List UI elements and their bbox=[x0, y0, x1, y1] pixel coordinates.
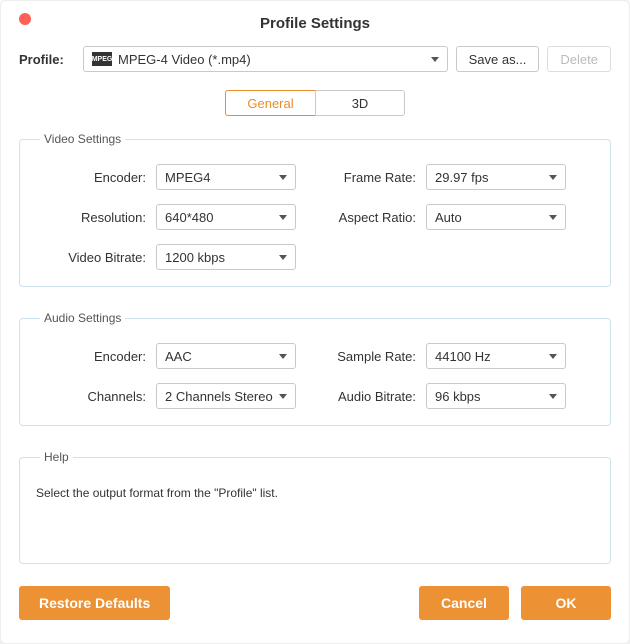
sample-rate-label: Sample Rate: bbox=[306, 349, 416, 364]
video-bitrate-label: Video Bitrate: bbox=[36, 250, 146, 265]
sample-rate-value: 44100 Hz bbox=[435, 349, 491, 364]
chevron-down-icon bbox=[549, 354, 557, 359]
video-settings-group: Video Settings Encoder: MPEG4 Frame Rate… bbox=[19, 132, 611, 287]
audio-bitrate-label: Audio Bitrate: bbox=[306, 389, 416, 404]
profile-label: Profile: bbox=[19, 52, 75, 67]
video-bitrate-value: 1200 kbps bbox=[165, 250, 225, 265]
channels-select[interactable]: 2 Channels Stereo bbox=[156, 383, 296, 409]
chevron-down-icon bbox=[549, 394, 557, 399]
tab-general[interactable]: General bbox=[225, 90, 315, 116]
profile-select[interactable]: MPEG MPEG-4 Video (*.mp4) bbox=[83, 46, 448, 72]
chevron-down-icon bbox=[279, 175, 287, 180]
profile-settings-window: Profile Settings Profile: MPEG MPEG-4 Vi… bbox=[0, 0, 630, 644]
profile-row: Profile: MPEG MPEG-4 Video (*.mp4) Save … bbox=[19, 46, 611, 72]
audio-bitrate-select[interactable]: 96 kbps bbox=[426, 383, 566, 409]
cancel-button[interactable]: Cancel bbox=[419, 586, 509, 620]
chevron-down-icon bbox=[431, 57, 439, 62]
video-legend: Video Settings bbox=[40, 132, 125, 146]
resolution-value: 640*480 bbox=[165, 210, 213, 225]
footer: Restore Defaults Cancel OK bbox=[19, 586, 611, 620]
aspect-ratio-value: Auto bbox=[435, 210, 462, 225]
video-encoder-select[interactable]: MPEG4 bbox=[156, 164, 296, 190]
audio-legend: Audio Settings bbox=[40, 311, 125, 325]
help-text: Select the output format from the "Profi… bbox=[36, 486, 594, 500]
audio-encoder-select[interactable]: AAC bbox=[156, 343, 296, 369]
video-bitrate-select[interactable]: 1200 kbps bbox=[156, 244, 296, 270]
chevron-down-icon bbox=[549, 175, 557, 180]
video-encoder-value: MPEG4 bbox=[165, 170, 211, 185]
tab-bar: General 3D bbox=[19, 90, 611, 116]
audio-encoder-value: AAC bbox=[165, 349, 192, 364]
channels-value: 2 Channels Stereo bbox=[165, 389, 273, 404]
help-group: Help Select the output format from the "… bbox=[19, 450, 611, 564]
window-title: Profile Settings bbox=[19, 15, 611, 32]
chevron-down-icon bbox=[279, 255, 287, 260]
sample-rate-select[interactable]: 44100 Hz bbox=[426, 343, 566, 369]
frame-rate-label: Frame Rate: bbox=[306, 170, 416, 185]
chevron-down-icon bbox=[279, 215, 287, 220]
profile-select-value: MPEG-4 Video (*.mp4) bbox=[118, 52, 251, 67]
chevron-down-icon bbox=[549, 215, 557, 220]
video-encoder-label: Encoder: bbox=[36, 170, 146, 185]
save-as-button[interactable]: Save as... bbox=[456, 46, 540, 72]
mpeg-icon: MPEG bbox=[92, 52, 112, 66]
channels-label: Channels: bbox=[36, 389, 146, 404]
resolution-select[interactable]: 640*480 bbox=[156, 204, 296, 230]
audio-bitrate-value: 96 kbps bbox=[435, 389, 481, 404]
close-icon[interactable] bbox=[19, 13, 31, 25]
frame-rate-value: 29.97 fps bbox=[435, 170, 489, 185]
delete-button: Delete bbox=[547, 46, 611, 72]
audio-encoder-label: Encoder: bbox=[36, 349, 146, 364]
frame-rate-select[interactable]: 29.97 fps bbox=[426, 164, 566, 190]
aspect-ratio-select[interactable]: Auto bbox=[426, 204, 566, 230]
aspect-ratio-label: Aspect Ratio: bbox=[306, 210, 416, 225]
chevron-down-icon bbox=[279, 354, 287, 359]
restore-defaults-button[interactable]: Restore Defaults bbox=[19, 586, 170, 620]
audio-settings-group: Audio Settings Encoder: AAC Sample Rate:… bbox=[19, 311, 611, 426]
chevron-down-icon bbox=[279, 394, 287, 399]
help-legend: Help bbox=[40, 450, 73, 464]
resolution-label: Resolution: bbox=[36, 210, 146, 225]
tab-3d[interactable]: 3D bbox=[315, 90, 405, 116]
ok-button[interactable]: OK bbox=[521, 586, 611, 620]
